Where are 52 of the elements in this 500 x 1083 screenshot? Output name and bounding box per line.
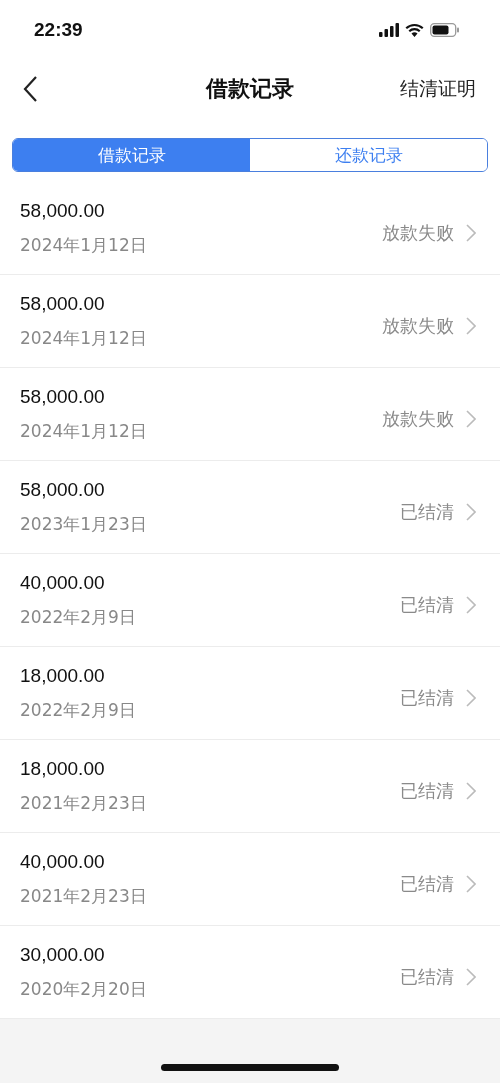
record-row[interactable]: 58,000.00 2024年1月12日 放款失败 [0,368,500,461]
chevron-right-icon [466,317,476,335]
battery-icon [430,23,460,37]
loan-amount: 18,000.00 [20,664,106,687]
loan-amount: 58,000.00 [20,385,106,408]
loan-amount: 58,000.00 [20,478,106,501]
loan-date: 2021年2月23日 [20,791,147,815]
status-link[interactable]: 已结清 [400,686,476,710]
page-title: 借款记录 [206,75,294,103]
status-link[interactable]: 已结清 [400,593,476,617]
record-row[interactable]: 58,000.00 2023年1月23日 已结清 [0,461,500,554]
chevron-right-icon [466,503,476,521]
loan-date: 2024年1月12日 [20,419,147,443]
loan-date: 2024年1月12日 [20,326,147,350]
tab[interactable]: 借款记录 [13,139,250,171]
chevron-right-icon [466,689,476,707]
loan-date: 2020年2月20日 [20,977,147,1001]
loan-amount: 58,000.00 [20,292,106,315]
record-row[interactable]: 58,000.00 2024年1月12日 放款失败 [0,275,500,368]
record-row[interactable]: 18,000.00 2022年2月9日 已结清 [0,647,500,740]
loan-date: 2021年2月23日 [20,884,147,908]
signal-icon [379,23,399,37]
record-row[interactable]: 58,000.00 2024年1月12日 放款失败 [0,182,500,275]
loan-date: 2023年1月23日 [20,512,147,536]
status-link[interactable]: 已结清 [400,965,476,989]
chevron-right-icon [466,596,476,614]
status-link[interactable]: 已结清 [400,872,476,896]
loan-amount: 58,000.00 [20,199,106,222]
record-row[interactable]: 40,000.00 2022年2月9日 已结清 [0,554,500,647]
loan-amount: 40,000.00 [20,850,106,873]
loan-date: 2022年2月9日 [20,605,136,629]
loan-date: 2024年1月12日 [20,233,147,257]
record-row[interactable]: 30,000.00 2020年2月20日 已结清 [0,926,500,1019]
status-link[interactable]: 放款失败 [382,407,476,431]
chevron-right-icon [466,968,476,986]
loan-amount: 40,000.00 [20,571,106,594]
status-time: 22:39 [34,19,83,41]
status-link[interactable]: 放款失败 [382,314,476,338]
record-row[interactable]: 40,000.00 2021年2月23日 已结清 [0,833,500,926]
loan-amount: 18,000.00 [20,757,106,780]
chevron-right-icon [466,410,476,428]
chevron-right-icon [466,782,476,800]
status-link[interactable]: 已结清 [400,500,476,524]
chevron-right-icon [466,875,476,893]
status-link[interactable]: 已结清 [400,779,476,803]
record-row[interactable]: 18,000.00 2021年2月23日 已结清 [0,740,500,833]
loan-date: 2022年2月9日 [20,698,136,722]
chevron-right-icon [466,224,476,242]
settlement-proof-link[interactable]: 结清证明 [400,76,476,102]
status-link[interactable]: 放款失败 [382,221,476,245]
wifi-icon [405,23,424,37]
loan-amount: 30,000.00 [20,943,106,966]
